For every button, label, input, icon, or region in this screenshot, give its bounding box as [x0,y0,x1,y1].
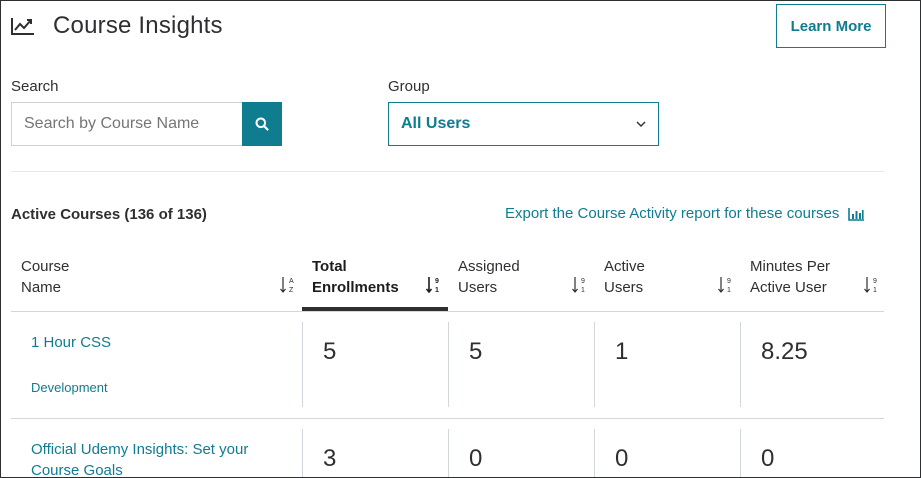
learn-more-button[interactable]: Learn More [776,4,886,48]
svg-text:9: 9 [727,278,731,285]
cell-divider [740,429,741,477]
svg-text:1: 1 [873,287,877,294]
cell-divider [594,429,595,477]
course-name-link[interactable]: 1 Hour CSS [31,332,111,353]
column-header-label: Active Users [604,258,645,296]
chevron-down-icon [636,121,646,127]
group-selected-value: All Users [401,115,471,132]
svg-text:9: 9 [435,278,439,285]
export-report-label: Export the Course Activity report for th… [505,205,840,222]
cell-divider [302,322,303,407]
search-button[interactable] [242,102,282,146]
active-users-value: 0 [615,445,629,472]
export-report-link[interactable]: Export the Course Activity report for th… [505,205,865,222]
column-header-total-enrollments[interactable]: Total Enrollments 9 1 [302,256,448,311]
svg-text:1: 1 [435,287,439,294]
column-header-course-name[interactable]: Course Name A Z [11,256,302,311]
cell-divider [302,429,303,477]
assigned-users-value: 0 [469,445,483,472]
sort-numeric-desc-icon[interactable]: 9 1 [718,276,734,294]
column-header-label: Course Name [21,258,70,296]
cell-divider [448,429,449,477]
page-header: Course Insights Learn More [11,4,886,49]
search-icon [255,117,269,131]
total-enrollments-value: 5 [323,338,337,365]
search-label: Search [11,78,59,95]
column-header-label: Total Enrollments [312,258,399,296]
minutes-per-user-value: 8.25 [761,338,808,365]
svg-text:9: 9 [581,278,585,285]
assigned-users-value: 5 [469,338,483,365]
page-title: Course Insights [53,12,223,39]
svg-text:1: 1 [727,287,731,294]
course-category-link[interactable]: Development [31,380,108,395]
column-header-minutes-per-active-user[interactable]: Minutes Per Active User 9 1 [740,256,886,311]
column-header-active-users[interactable]: Active Users 9 1 [594,256,740,311]
column-header-assigned-users[interactable]: Assigned Users 9 1 [448,256,594,311]
cell-divider [594,322,595,407]
group-select[interactable]: All Users [388,102,659,146]
column-header-label: Minutes Per Active User [750,258,831,296]
total-enrollments-value: 3 [323,445,337,472]
sort-numeric-desc-icon[interactable]: 9 1 [572,276,588,294]
sort-alpha-asc-icon[interactable]: A Z [280,276,296,294]
cell-divider [448,322,449,407]
search-box [11,102,282,146]
row-divider [11,418,884,419]
sort-numeric-desc-icon[interactable]: 9 1 [426,276,442,294]
group-label: Group [388,78,430,95]
section-divider [11,171,884,172]
cell-divider [740,322,741,407]
svg-text:1: 1 [581,287,585,294]
svg-text:Z: Z [289,287,294,294]
line-chart-icon [11,18,34,35]
column-header-label: Assigned Users [458,258,520,296]
bar-chart-icon [848,207,865,221]
active-courses-summary: Active Courses (136 of 136) [11,206,207,223]
svg-text:9: 9 [873,278,877,285]
header-divider [11,311,884,312]
course-name-link[interactable]: Official Udemy Insights: Set your Course… [31,439,248,477]
search-input[interactable] [11,102,242,146]
course-insights-page: Course Insights Learn More Search Group … [0,0,921,478]
svg-text:A: A [289,278,294,285]
active-users-value: 1 [615,338,629,365]
minutes-per-user-value: 0 [761,445,775,472]
sort-numeric-desc-icon[interactable]: 9 1 [864,276,880,294]
